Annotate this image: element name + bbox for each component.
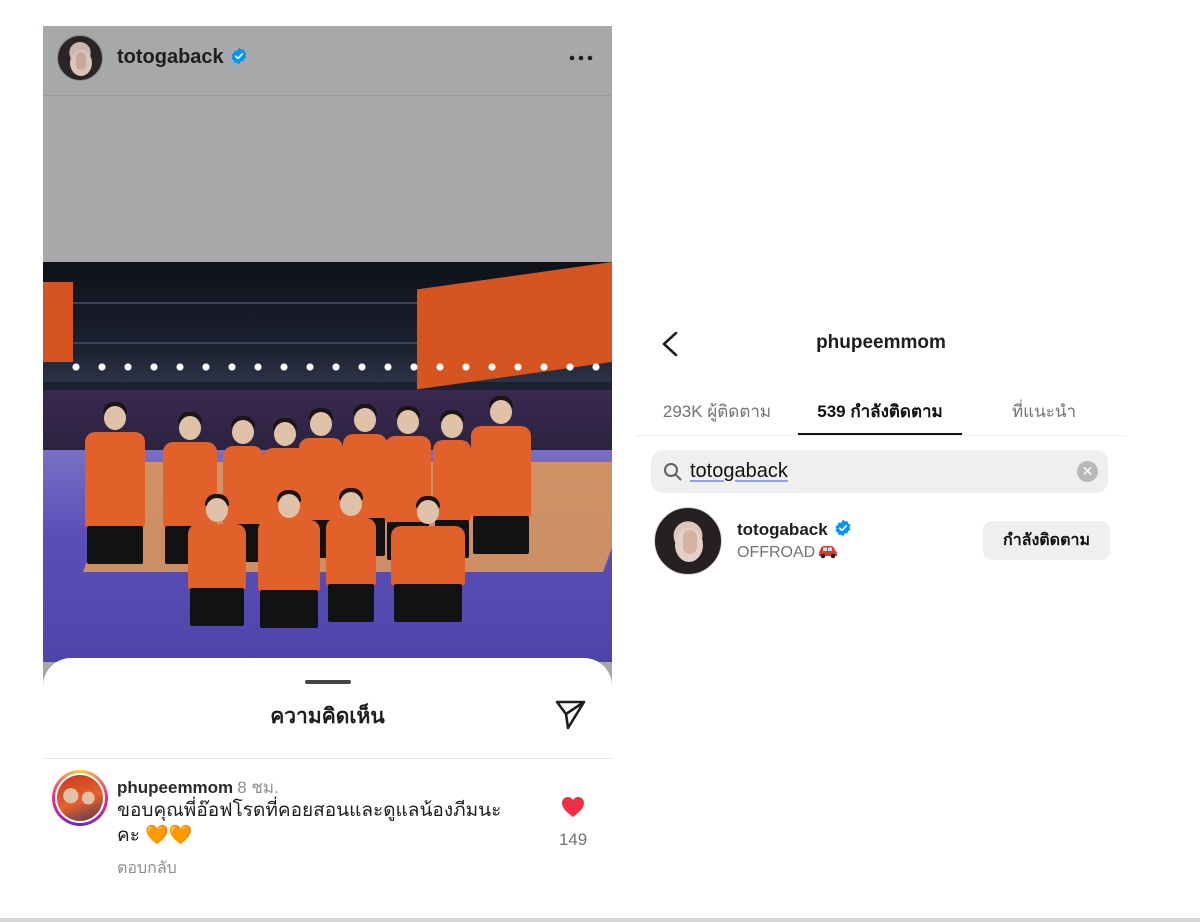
tab-followers[interactable]: 293K ผู้ติดตาม: [636, 398, 798, 425]
result-bio: OFFROAD: [737, 543, 839, 562]
sheet-drag-handle[interactable]: [305, 680, 351, 684]
clear-search-icon[interactable]: ✕: [1077, 461, 1098, 482]
result-avatar[interactable]: [654, 507, 722, 575]
post-panel: totogaback ความคิดเห็น phupeemmom 8 ชม. …: [43, 26, 612, 880]
player-figure: [326, 488, 376, 622]
comments-sheet: ความคิดเห็น phupeemmom 8 ชม. ขอบคุณพี่อ๊อ…: [43, 658, 612, 880]
arena-screen: [43, 282, 73, 362]
search-icon: [664, 463, 682, 481]
avatar-hand: [683, 530, 697, 554]
post-photo[interactable]: [43, 262, 612, 662]
active-tab-indicator: [798, 433, 962, 435]
result-username[interactable]: totogaback: [737, 520, 828, 539]
verified-badge-icon: [231, 47, 247, 65]
following-button[interactable]: กำลังติดตาม: [983, 521, 1110, 560]
post-author-avatar[interactable]: [57, 35, 103, 81]
arena-lights: [63, 362, 603, 372]
reply-button[interactable]: ตอบกลับ: [117, 856, 177, 880]
player-figure: [85, 402, 145, 564]
profile-title: phupeemmom: [816, 332, 946, 353]
comment-text: ขอบคุณพี่อ๊อฟโรดที่คอยสอนและดูแลน้องภีมน…: [117, 800, 502, 846]
send-icon[interactable]: [553, 696, 587, 730]
commenter-username[interactable]: phupeemmom: [117, 778, 233, 797]
commenter-avatar[interactable]: [52, 770, 108, 826]
verified-badge-icon: [835, 519, 851, 537]
bottom-border: [0, 918, 1200, 922]
screenshot-composite: totogaback ความคิดเห็น phupeemmom 8 ชม. …: [0, 0, 1200, 922]
post-author-name[interactable]: totogaback: [117, 46, 248, 69]
avatar-hand: [76, 52, 86, 70]
player-figure: [223, 416, 263, 562]
follow-tabs: 293K ผู้ติดตาม 539 กำลังติดตาม ที่แนะนำ: [636, 388, 1126, 436]
tab-suggested[interactable]: ที่แนะนำ: [962, 398, 1126, 425]
comment-time: 8 ชม.: [237, 778, 279, 797]
player-figure: [471, 396, 531, 554]
player-figure: [188, 494, 246, 626]
player-figure: [391, 496, 465, 622]
post-author-username[interactable]: totogaback: [117, 46, 224, 68]
post-header: totogaback: [43, 26, 612, 96]
sheet-divider: [43, 758, 612, 759]
tab-following[interactable]: 539 กำลังติดตาม: [798, 398, 962, 425]
search-input[interactable]: totogaback ✕: [651, 450, 1108, 493]
comment-header: phupeemmom 8 ชม.: [117, 774, 279, 801]
comments-title: ความคิดเห็น: [270, 705, 385, 728]
more-horizontal-icon[interactable]: [568, 48, 594, 68]
result-name-row[interactable]: totogaback: [737, 519, 852, 540]
player-figure: [299, 408, 343, 558]
comment-like-count: 149: [558, 830, 588, 849]
heart-icon[interactable]: [561, 796, 585, 818]
result-bio-text: OFFROAD: [737, 544, 816, 561]
search-query[interactable]: totogaback: [690, 460, 788, 483]
player-figure: [258, 490, 320, 628]
red-car-icon: [819, 546, 838, 559]
